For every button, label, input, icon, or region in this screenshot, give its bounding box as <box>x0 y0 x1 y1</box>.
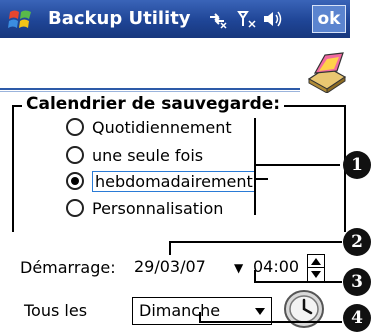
callout-1: 1 <box>343 151 371 179</box>
callout-connectors <box>169 118 342 323</box>
callout-4: 4 <box>343 304 371 332</box>
callout-3: 3 <box>343 268 371 296</box>
callout-2: 2 <box>343 228 371 256</box>
